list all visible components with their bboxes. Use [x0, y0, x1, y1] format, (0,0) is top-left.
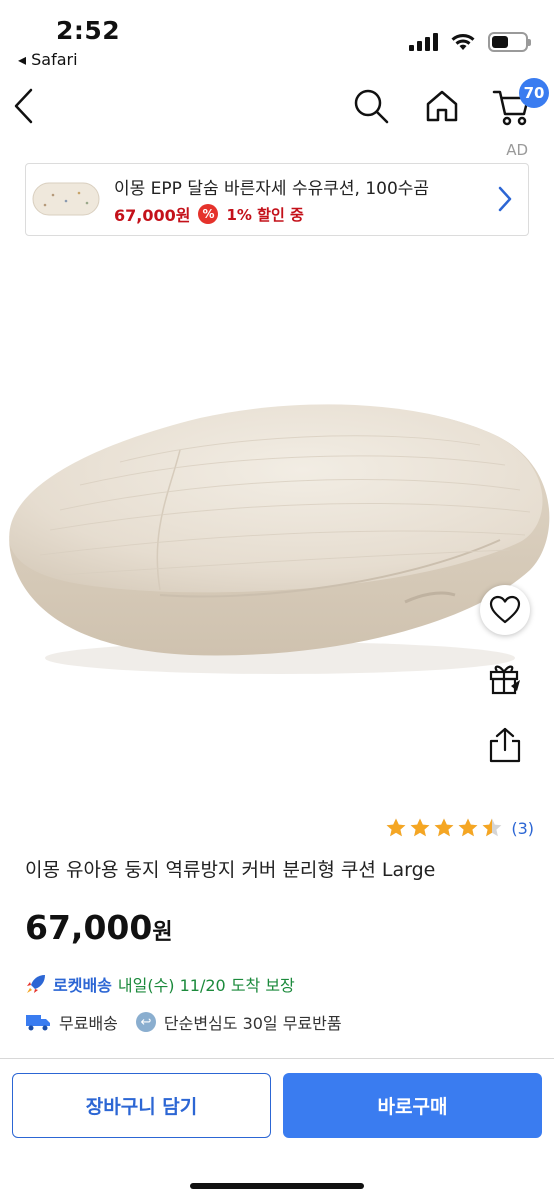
chevron-right-icon[interactable]	[498, 186, 512, 212]
ad-title: 이몽 EPP 달숨 바른자세 수유쿠션, 100수곰	[114, 179, 430, 199]
ad-banner[interactable]: 이몽 EPP 달숨 바른자세 수유쿠션, 100수곰 67,000원 % 1% …	[25, 163, 529, 236]
ad-label: AD	[506, 141, 528, 159]
ad-product-thumbnail	[32, 182, 100, 216]
product-title: 이몽 유아용 둥지 역류방지 커버 분리형 쿠션 Large	[25, 859, 436, 881]
battery-icon	[488, 32, 531, 52]
return-icon: ↩	[135, 1012, 156, 1032]
free-shipping-text: 무료배송	[59, 1014, 118, 1033]
shipping-row: 무료배송 ↩ 단순변심도 30일 무료반품	[25, 1010, 342, 1034]
rocket-delivery-label: 로켓배송	[53, 976, 112, 995]
star-icon	[458, 818, 478, 837]
home-indicator[interactable]	[190, 1183, 364, 1189]
price-unit: 원	[152, 920, 173, 945]
delivery-row: 로켓배송 내일(수) 11/20 도착 보장	[25, 972, 295, 996]
search-icon[interactable]	[352, 87, 390, 125]
wifi-icon	[451, 34, 475, 50]
price-number: 67,000	[25, 908, 153, 947]
ad-price: 67,000원	[114, 206, 191, 225]
ad-price-row: 67,000원 % 1% 할인 중	[114, 202, 304, 226]
cart-count-badge: 70	[519, 78, 549, 108]
free-returns-text: 단순변심도 30일 무료반품	[163, 1014, 342, 1033]
star-icon	[386, 818, 406, 837]
wishlist-button[interactable]	[480, 585, 530, 635]
product-rating[interactable]: (3)	[385, 817, 534, 839]
review-count[interactable]: (3)	[511, 819, 534, 838]
status-time: 2:52	[56, 16, 121, 45]
delivery-date: 내일(수) 11/20 도착 보장	[117, 976, 295, 995]
rocket-icon	[27, 975, 45, 993]
rating-stars	[385, 817, 503, 839]
star-icon	[434, 818, 454, 837]
ad-discount-text: 1% 할인 중	[226, 205, 304, 224]
cellular-signal-icon	[409, 33, 438, 51]
status-icons	[409, 32, 531, 52]
discount-icon: %	[198, 204, 219, 224]
product-price: 67,000원	[25, 908, 173, 947]
divider	[0, 1058, 554, 1059]
home-icon[interactable]	[424, 88, 460, 124]
heart-icon	[489, 595, 521, 624]
gift-icon[interactable]	[487, 660, 523, 696]
back-to-safari-link[interactable]: ◂ Safari	[18, 50, 78, 69]
truck-icon	[26, 1015, 50, 1031]
add-to-cart-button[interactable]: 장바구니 담기	[12, 1073, 271, 1138]
back-icon[interactable]	[12, 88, 36, 124]
star-icon	[410, 818, 430, 837]
status-bar: 2:52 ◂ Safari	[0, 0, 554, 78]
share-icon[interactable]	[487, 726, 523, 764]
buy-now-button[interactable]: 바로구매	[283, 1073, 542, 1138]
top-nav-bar	[0, 80, 554, 134]
star-icon	[482, 818, 502, 837]
product-image[interactable]	[0, 250, 554, 810]
